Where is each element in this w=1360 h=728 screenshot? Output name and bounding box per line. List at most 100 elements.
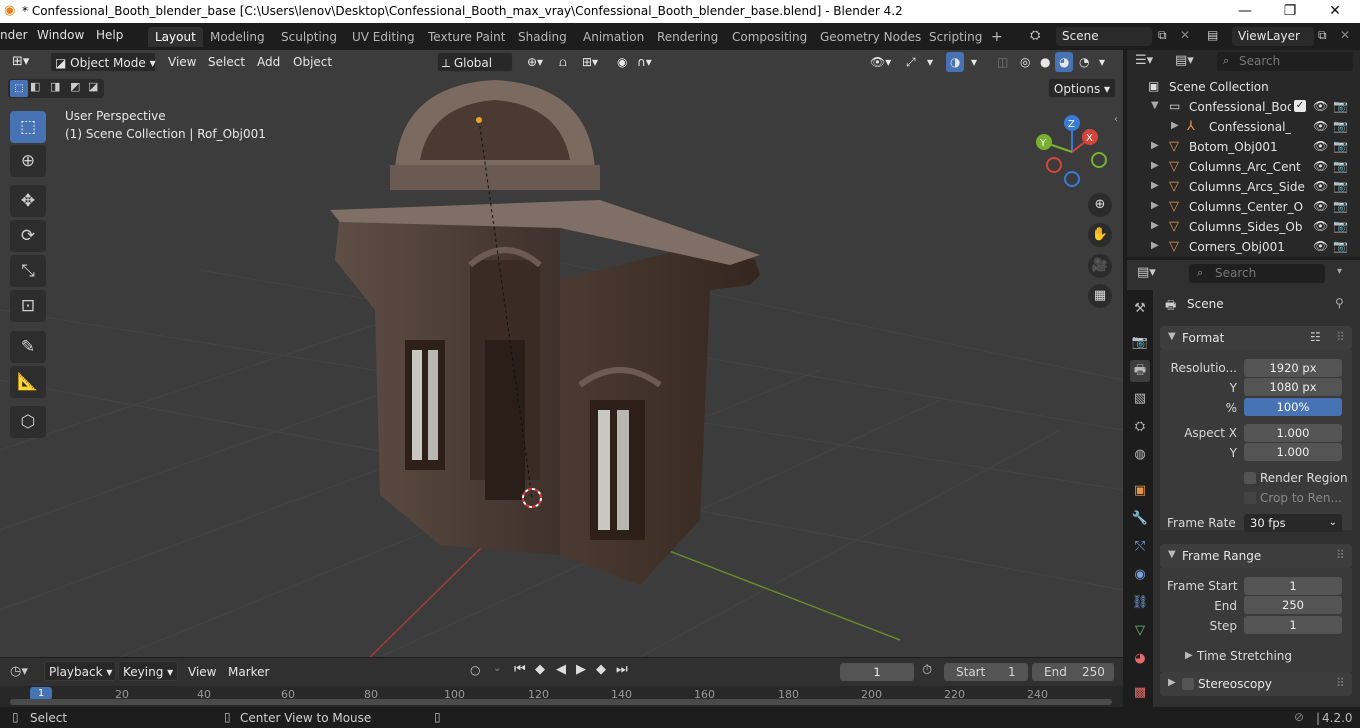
add-cube-tool[interactable]: ⬡ [10,406,46,438]
expand-arrow-icon[interactable]: ▶ [1185,650,1193,661]
drag-handle-icon[interactable]: ⠿ [1336,548,1345,562]
outliner-row[interactable]: ▼ ▭ Confessional_Boot ✓ 👁 📷 [1127,97,1360,117]
constraints-tab-icon[interactable]: ⛓ [1130,592,1150,614]
aspect-x-field[interactable]: 1.000 [1244,424,1342,442]
drag-handle-icon[interactable]: ⠿ [1336,330,1345,344]
outliner-row[interactable]: ▶ ▽ Corners_Obj001 👁 📷 [1127,237,1360,257]
visibility-icon[interactable]: 👁▾ [866,52,895,72]
properties-search-input[interactable]: Search [1189,264,1325,283]
collapse-arrow-icon[interactable]: ▼ [1151,100,1159,111]
camera-icon[interactable]: 📷 [1333,239,1348,253]
eye-icon[interactable]: 👁 [1313,139,1328,153]
add-workspace-button[interactable]: + [984,27,1010,47]
data-tab-icon[interactable]: ▽ [1130,620,1150,642]
scene-selector[interactable]: Scene [1056,27,1152,46]
view-layer-tab-icon[interactable]: ▧ [1130,388,1150,410]
3d-viewport[interactable]: Z X Y ⊞▾ ◪ Object Mode ▾ View Select Add… [0,50,1123,657]
select-new-icon[interactable]: ⬚ [10,80,28,97]
camera-icon[interactable]: 📷 [1333,179,1348,193]
tab-sculpting[interactable]: Sculpting [274,27,344,47]
tab-shading[interactable]: Shading [511,27,574,47]
eye-icon[interactable]: 👁 [1313,99,1328,113]
outliner-row-scene-collection[interactable]: ▣ Scene Collection [1127,77,1360,97]
snap-target-icon[interactable]: ⊞▾ [578,52,602,72]
collection-checkbox[interactable]: ✓ [1294,100,1306,112]
select-extend-icon[interactable]: ◧ [30,80,40,93]
outliner-editor-icon[interactable]: ☰▾ [1135,53,1153,68]
camera-icon[interactable]: 📷 [1333,159,1348,173]
expand-arrow-icon[interactable]: ▶ [1151,200,1159,211]
proportional-edit-icon[interactable]: ◉ [613,52,631,72]
frame-rate-dropdown[interactable]: 30 fps ⌄ [1244,514,1342,532]
camera-icon[interactable]: 📷 [1333,99,1348,113]
menu-select[interactable]: Select [204,52,249,72]
current-frame-field[interactable]: 1 [840,663,914,681]
physics-tab-icon[interactable]: ◉ [1130,564,1150,586]
rendered-shading-icon[interactable]: ◔ [1075,52,1093,72]
frame-start-field[interactable]: 1 [1244,577,1342,595]
jump-end-icon[interactable]: ⏭ [616,662,628,677]
pivot-icon[interactable]: ⊕▾ [523,52,547,72]
outliner-row[interactable]: ▶ ▽ Columns_Arc_Cent 👁 📷 [1127,157,1360,177]
options-button[interactable]: Options ▾ [1048,78,1116,98]
presets-icon[interactable]: ☷ [1310,330,1321,344]
scene-tab-icon[interactable]: ⛭ [1130,416,1150,438]
timeline-view-menu[interactable]: View [184,662,220,682]
resolution-x-field[interactable]: 1920 px [1244,359,1342,377]
tool-tab-icon[interactable]: ⚒ [1130,298,1150,320]
menu-object[interactable]: Object [289,52,336,72]
delete-view-layer-icon[interactable]: ✕ [1340,28,1350,42]
modifier-tab-icon[interactable]: 🔧 [1130,508,1150,530]
wireframe-shading-icon[interactable]: ◎ [1016,52,1034,72]
tab-layout[interactable]: Layout [148,27,203,47]
close-button[interactable]: ✕ [1312,1,1358,23]
outliner-row[interactable]: ▶ ▽ Botom_Obj001 👁 📷 [1127,137,1360,157]
snap-icon[interactable]: ⩍ [555,52,571,72]
select-intersect-icon[interactable]: ◪ [88,80,98,93]
aspect-y-field[interactable]: 1.000 [1244,443,1342,461]
measure-tool[interactable]: 📐 [10,366,46,398]
pin-icon[interactable]: ⚲ [1335,296,1344,310]
sidebar-toggle-icon[interactable]: ‹ [1114,114,1118,125]
eye-icon[interactable]: 👁 [1313,219,1328,233]
format-panel-header[interactable]: ▼ Format ☷ ⠿ [1160,326,1352,350]
maximize-button[interactable]: ❐ [1267,1,1313,23]
menu-window[interactable]: Window [37,28,84,42]
select-invert-icon[interactable]: ◩ [70,80,80,93]
menu-add[interactable]: Add [253,52,284,72]
camera-view-icon[interactable]: 🎥 [1088,254,1112,278]
keying-menu[interactable]: Keying ▾ [118,661,178,681]
view-layer-selector[interactable]: ViewLayer [1232,27,1314,46]
material-shading-icon[interactable]: ◕ [1055,52,1074,72]
camera-icon[interactable]: 📷 [1333,219,1348,233]
editor-type-icon[interactable]: ⊞▾ [8,52,33,72]
expand-arrow-icon[interactable]: ▶ [1151,160,1159,171]
expand-arrow-icon[interactable]: ▶ [1151,140,1159,151]
annotate-tool[interactable]: ✎ [10,331,46,363]
camera-icon[interactable]: 📷 [1333,119,1348,133]
end-frame-field[interactable]: End 250 [1032,663,1114,681]
expand-arrow-icon[interactable]: ▶ [1171,120,1179,131]
ortho-grid-icon[interactable]: ▦ [1088,284,1112,308]
tab-compositing[interactable]: Compositing [725,27,814,47]
menu-help[interactable]: Help [96,28,123,42]
jump-start-icon[interactable]: ⏮ [514,662,526,677]
play-reverse-icon[interactable]: ◀ [556,662,566,677]
world-tab-icon[interactable]: ◍ [1130,444,1150,466]
timeline-marker-menu[interactable]: Marker [224,662,273,682]
tab-animation[interactable]: Animation [576,27,651,47]
frame-end-field[interactable]: 250 [1244,596,1342,614]
tab-rendering[interactable]: Rendering [650,27,725,47]
select-subtract-icon[interactable]: ◨ [50,80,60,93]
outliner-row[interactable]: ▶ ⅄ Confessional_E 👁 📷 [1127,117,1360,137]
tab-geometry-nodes[interactable]: Geometry Nodes [813,27,928,47]
particles-tab-icon[interactable]: ⤲ [1130,536,1150,558]
expand-arrow-icon[interactable]: ▶ [1151,180,1159,191]
render-region-checkbox[interactable] [1244,472,1256,484]
keying-dropdown-icon[interactable]: ⌄ [493,663,501,674]
texture-tab-icon[interactable]: ▩ [1130,682,1150,704]
tab-scripting[interactable]: Scripting [922,27,989,47]
expand-arrow-icon[interactable]: ▶ [1151,220,1159,231]
output-tab-icon[interactable]: 🖶 [1130,360,1150,382]
rotate-tool[interactable]: ⟳ [10,220,46,252]
